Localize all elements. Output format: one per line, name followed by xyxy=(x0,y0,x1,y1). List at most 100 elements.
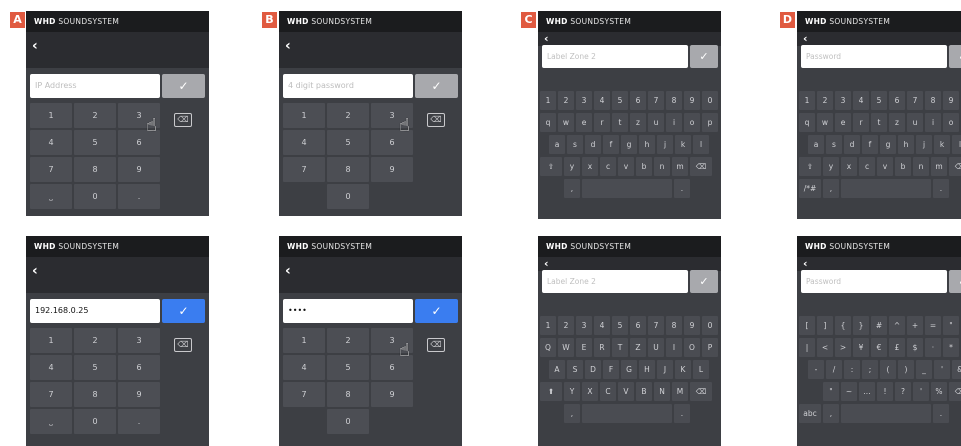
key-row3-3[interactable]: v xyxy=(618,157,634,176)
key-digit-0[interactable]: 1 xyxy=(540,316,556,335)
key-row2-0[interactable]: a xyxy=(549,135,565,154)
key-sym2-1[interactable]: < xyxy=(817,338,833,357)
key-digit-1[interactable]: 2 xyxy=(558,316,574,335)
key-row2-6[interactable]: J xyxy=(657,360,673,379)
key-5[interactable]: 5 xyxy=(327,130,369,155)
key-digit-5[interactable]: 6 xyxy=(889,91,905,110)
key-row1-5[interactable]: z xyxy=(630,113,646,132)
key-sym3-2[interactable]: : xyxy=(844,360,860,379)
key-digit-5[interactable]: 6 xyxy=(630,91,646,110)
key-digit-3[interactable]: 4 xyxy=(594,316,610,335)
space-key[interactable] xyxy=(841,179,931,198)
key-row1-4[interactable]: t xyxy=(871,113,887,132)
shift-key[interactable]: ⇧ xyxy=(799,157,821,176)
key-sym2-0[interactable]: | xyxy=(799,338,815,357)
key-sym2-2[interactable]: > xyxy=(835,338,851,357)
key-sym1-8[interactable]: " xyxy=(943,316,959,335)
key-row1-7[interactable]: I xyxy=(666,338,682,357)
key-row3-6[interactable]: m xyxy=(931,157,947,176)
key-sym4-6[interactable]: % xyxy=(931,382,947,401)
key-7[interactable]: 7 xyxy=(30,157,72,182)
key-row3-5[interactable]: n xyxy=(654,157,670,176)
key-sym3-3[interactable]: ; xyxy=(862,360,878,379)
key-row1-1[interactable]: W xyxy=(558,338,574,357)
key-row1-1[interactable]: w xyxy=(817,113,833,132)
key-digit-9[interactable]: 0 xyxy=(702,91,718,110)
key-row2-3[interactable]: f xyxy=(862,135,878,154)
key-2[interactable]: 2 xyxy=(74,328,116,353)
key-9[interactable]: 9 xyxy=(118,157,160,182)
key-row2-1[interactable]: S xyxy=(567,360,583,379)
key-row1-4[interactable]: T xyxy=(612,338,628,357)
key-digit-6[interactable]: 7 xyxy=(648,91,664,110)
key-sym1-2[interactable]: { xyxy=(835,316,851,335)
key-space[interactable]: ⎵ xyxy=(30,409,72,434)
period-key[interactable]: . xyxy=(933,179,949,198)
key-row3-4[interactable]: b xyxy=(895,157,911,176)
key-row3-6[interactable]: m xyxy=(672,157,688,176)
key-row1-2[interactable]: e xyxy=(835,113,851,132)
key-row1-9[interactable]: P xyxy=(702,338,718,357)
key-sym1-6[interactable]: + xyxy=(907,316,923,335)
key-row1-5[interactable]: Z xyxy=(630,338,646,357)
key-1[interactable]: 1 xyxy=(30,103,72,128)
ip-address-input[interactable]: 192.168.0.25 xyxy=(30,299,160,323)
key-row1-8[interactable]: o xyxy=(684,113,700,132)
back-icon[interactable]: ‹ xyxy=(32,263,38,279)
confirm-button[interactable]: ✓ xyxy=(415,299,458,323)
back-icon[interactable]: ‹ xyxy=(285,38,291,54)
key-row3-0[interactable]: y xyxy=(823,157,839,176)
key-sym3-5[interactable]: ) xyxy=(898,360,914,379)
ip-address-input[interactable]: IP Address xyxy=(30,74,160,98)
key-7[interactable]: 7 xyxy=(30,382,72,407)
key-4[interactable]: 4 xyxy=(283,355,325,380)
comma-key[interactable]: , xyxy=(564,404,580,423)
key-5[interactable]: 5 xyxy=(74,355,116,380)
key-row1-9[interactable]: p xyxy=(702,113,718,132)
key-row1-8[interactable]: O xyxy=(684,338,700,357)
key-row3-3[interactable]: V xyxy=(618,382,634,401)
key-digit-8[interactable]: 9 xyxy=(684,91,700,110)
key-digit-2[interactable]: 3 xyxy=(576,316,592,335)
key-row2-5[interactable]: H xyxy=(639,360,655,379)
key-1[interactable]: 1 xyxy=(283,103,325,128)
key-sym3-8[interactable]: & xyxy=(952,360,961,379)
key-digit-7[interactable]: 8 xyxy=(666,316,682,335)
key-digit-5[interactable]: 6 xyxy=(630,316,646,335)
back-icon[interactable]: ‹ xyxy=(285,263,291,279)
key-row2-3[interactable]: F xyxy=(603,360,619,379)
comma-key[interactable]: , xyxy=(823,404,839,423)
key-3[interactable]: 3 xyxy=(118,328,160,353)
key-4[interactable]: 4 xyxy=(30,355,72,380)
key-sym4-2[interactable]: ... xyxy=(859,382,875,401)
key-sym3-7[interactable]: ' xyxy=(934,360,950,379)
key-row2-8[interactable]: l xyxy=(952,135,961,154)
key-sym1-1[interactable]: ] xyxy=(817,316,833,335)
key-row2-1[interactable]: s xyxy=(826,135,842,154)
key-row1-0[interactable]: q xyxy=(799,113,815,132)
key-sym2-5[interactable]: £ xyxy=(889,338,905,357)
key-row1-0[interactable]: q xyxy=(540,113,556,132)
key-digit-3[interactable]: 4 xyxy=(853,91,869,110)
key-row3-6[interactable]: M xyxy=(672,382,688,401)
key-row1-2[interactable]: e xyxy=(576,113,592,132)
key-row1-0[interactable]: Q xyxy=(540,338,556,357)
key-sym2-4[interactable]: € xyxy=(871,338,887,357)
space-key[interactable] xyxy=(841,404,931,423)
key-row2-4[interactable]: G xyxy=(621,360,637,379)
key-row2-3[interactable]: f xyxy=(603,135,619,154)
key-sym2-6[interactable]: $ xyxy=(907,338,923,357)
shift-key[interactable]: ⇧ xyxy=(540,157,562,176)
delete-key[interactable]: ⌫ xyxy=(949,157,961,176)
key-0[interactable]: 0 xyxy=(327,184,369,209)
key-row2-8[interactable]: L xyxy=(693,360,709,379)
confirm-button[interactable]: ✓ xyxy=(162,299,205,323)
key-9[interactable]: 9 xyxy=(371,157,413,182)
key-digit-1[interactable]: 2 xyxy=(558,91,574,110)
space-key[interactable] xyxy=(582,179,672,198)
key-row1-6[interactable]: u xyxy=(648,113,664,132)
key-sym3-6[interactable]: _ xyxy=(916,360,932,379)
key-row1-3[interactable]: r xyxy=(594,113,610,132)
back-icon[interactable]: ‹ xyxy=(32,38,38,54)
delete-key[interactable]: ⌫ xyxy=(690,382,712,401)
